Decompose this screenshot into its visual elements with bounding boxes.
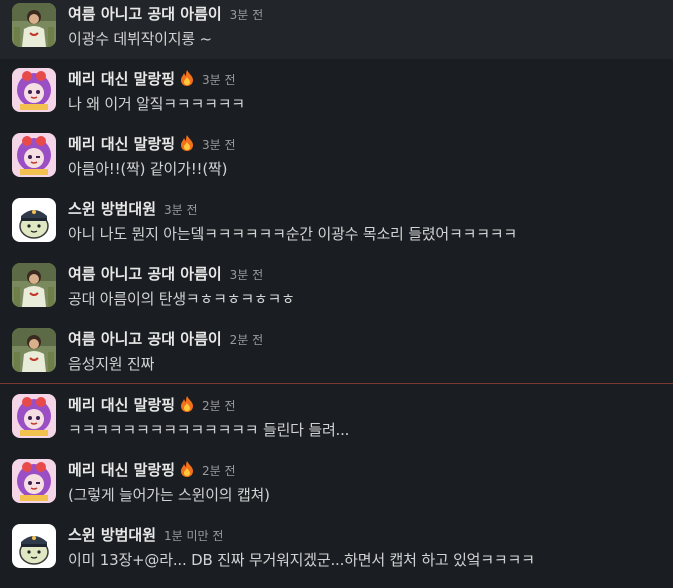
purple-character-avatar-image	[12, 68, 56, 112]
sender-name[interactable]: 메리 대신 말랑핑	[68, 394, 175, 415]
message-text: 공대 아름이의 탄생ㅋㅎㅋㅎㅋㅎㅋㅎ	[68, 290, 295, 308]
purple-character-avatar-image	[12, 133, 56, 177]
sender-name[interactable]: 메리 대신 말랑핑	[68, 459, 175, 480]
message-text: 이광수 데뷔작이지롱 ~	[68, 30, 212, 48]
message-row[interactable]: 여름 아니고 공대 아름이 3분 전 이광수 데뷔작이지롱 ~	[0, 0, 673, 59]
sender-name[interactable]: 스윈 방범대원	[68, 524, 156, 545]
message-text: 나 왜 이거 알짘ㅋㅋㅋㅋㅋㅋ	[68, 95, 245, 113]
purple-character-avatar-image	[12, 459, 56, 503]
police-character-avatar-image	[12, 524, 56, 568]
timestamp[interactable]: 3분 전	[202, 136, 236, 153]
sender-name[interactable]: 여름 아니고 공대 아름이	[68, 263, 222, 284]
photo-avatar-image	[12, 263, 56, 307]
avatar[interactable]	[12, 328, 56, 372]
avatar[interactable]	[12, 459, 56, 503]
message-row[interactable]: 메리 대신 말랑핑 2분 전 (그렇게 늘어가는 스윈이의 캡쳐)	[0, 450, 673, 515]
avatar[interactable]	[12, 263, 56, 307]
message-row[interactable]: 스윈 방범대원 3분 전 아니 나도 뭔지 아는뎈ㅋㅋㅋㅋㅋㅋ순간 이광수 목소…	[0, 189, 673, 254]
timestamp[interactable]: 3분 전	[164, 201, 198, 218]
message-text: 아름아!!(짝) 같이가!!(짝)	[68, 160, 228, 178]
fire-icon	[180, 135, 194, 151]
avatar[interactable]	[12, 198, 56, 242]
avatar[interactable]	[12, 524, 56, 568]
message-row[interactable]: 메리 대신 말랑핑 3분 전 아름아!!(짝) 같이가!!(짝)	[0, 124, 673, 189]
avatar[interactable]	[12, 68, 56, 112]
message-text: 아니 나도 뭔지 아는뎈ㅋㅋㅋㅋㅋㅋ순간 이광수 목소리 들렸어ㅋㅋㅋㅋㅋ	[68, 225, 518, 243]
timestamp[interactable]: 2분 전	[202, 462, 236, 479]
timestamp[interactable]: 1분 미만 전	[164, 527, 223, 544]
timestamp[interactable]: 3분 전	[230, 266, 264, 283]
message-text: ㅋㅋㅋㅋㅋㅋㅋㅋㅋㅋㅋㅋㅋㅋ 들린다 들려...	[68, 421, 350, 439]
sender-name[interactable]: 여름 아니고 공대 아름이	[68, 3, 222, 24]
message-row[interactable]: 메리 대신 말랑핑 3분 전 나 왜 이거 알짘ㅋㅋㅋㅋㅋㅋ	[0, 59, 673, 124]
fire-icon	[180, 396, 194, 412]
sender-name[interactable]: 스윈 방범대원	[68, 198, 156, 219]
message-row[interactable]: 스윈 방범대원 1분 미만 전 이미 13장+@라... DB 진짜 무거워지겠…	[0, 515, 673, 580]
avatar[interactable]	[12, 394, 56, 438]
message-row[interactable]: 메리 대신 말랑핑 2분 전 ㅋㅋㅋㅋㅋㅋㅋㅋㅋㅋㅋㅋㅋㅋ 들린다 들려...	[0, 385, 673, 450]
message-row[interactable]: 여름 아니고 공대 아름이 2분 전 음성지원 진짜	[0, 319, 673, 384]
fire-icon	[180, 70, 194, 86]
message-text: (그렇게 늘어가는 스윈이의 캡쳐)	[68, 486, 270, 504]
message-row[interactable]: 여름 아니고 공대 아름이 3분 전 공대 아름이의 탄생ㅋㅎㅋㅎㅋㅎㅋㅎ	[0, 254, 673, 319]
photo-avatar-image	[12, 328, 56, 372]
police-character-avatar-image	[12, 198, 56, 242]
purple-character-avatar-image	[12, 394, 56, 438]
timestamp[interactable]: 3분 전	[230, 6, 264, 23]
photo-avatar-image	[12, 3, 56, 47]
sender-name[interactable]: 메리 대신 말랑핑	[68, 133, 175, 154]
new-messages-divider	[0, 383, 673, 384]
avatar[interactable]	[12, 133, 56, 177]
message-text: 음성지원 진짜	[68, 355, 155, 373]
timestamp[interactable]: 2분 전	[202, 397, 236, 414]
fire-icon	[180, 461, 194, 477]
timestamp[interactable]: 2분 전	[230, 331, 264, 348]
sender-name[interactable]: 여름 아니고 공대 아름이	[68, 328, 222, 349]
message-text: 이미 13장+@라... DB 진짜 무거워지겠군...하면서 캡처 하고 있엌…	[68, 551, 535, 569]
sender-name[interactable]: 메리 대신 말랑핑	[68, 68, 175, 89]
avatar[interactable]	[12, 3, 56, 47]
timestamp[interactable]: 3분 전	[202, 71, 236, 88]
